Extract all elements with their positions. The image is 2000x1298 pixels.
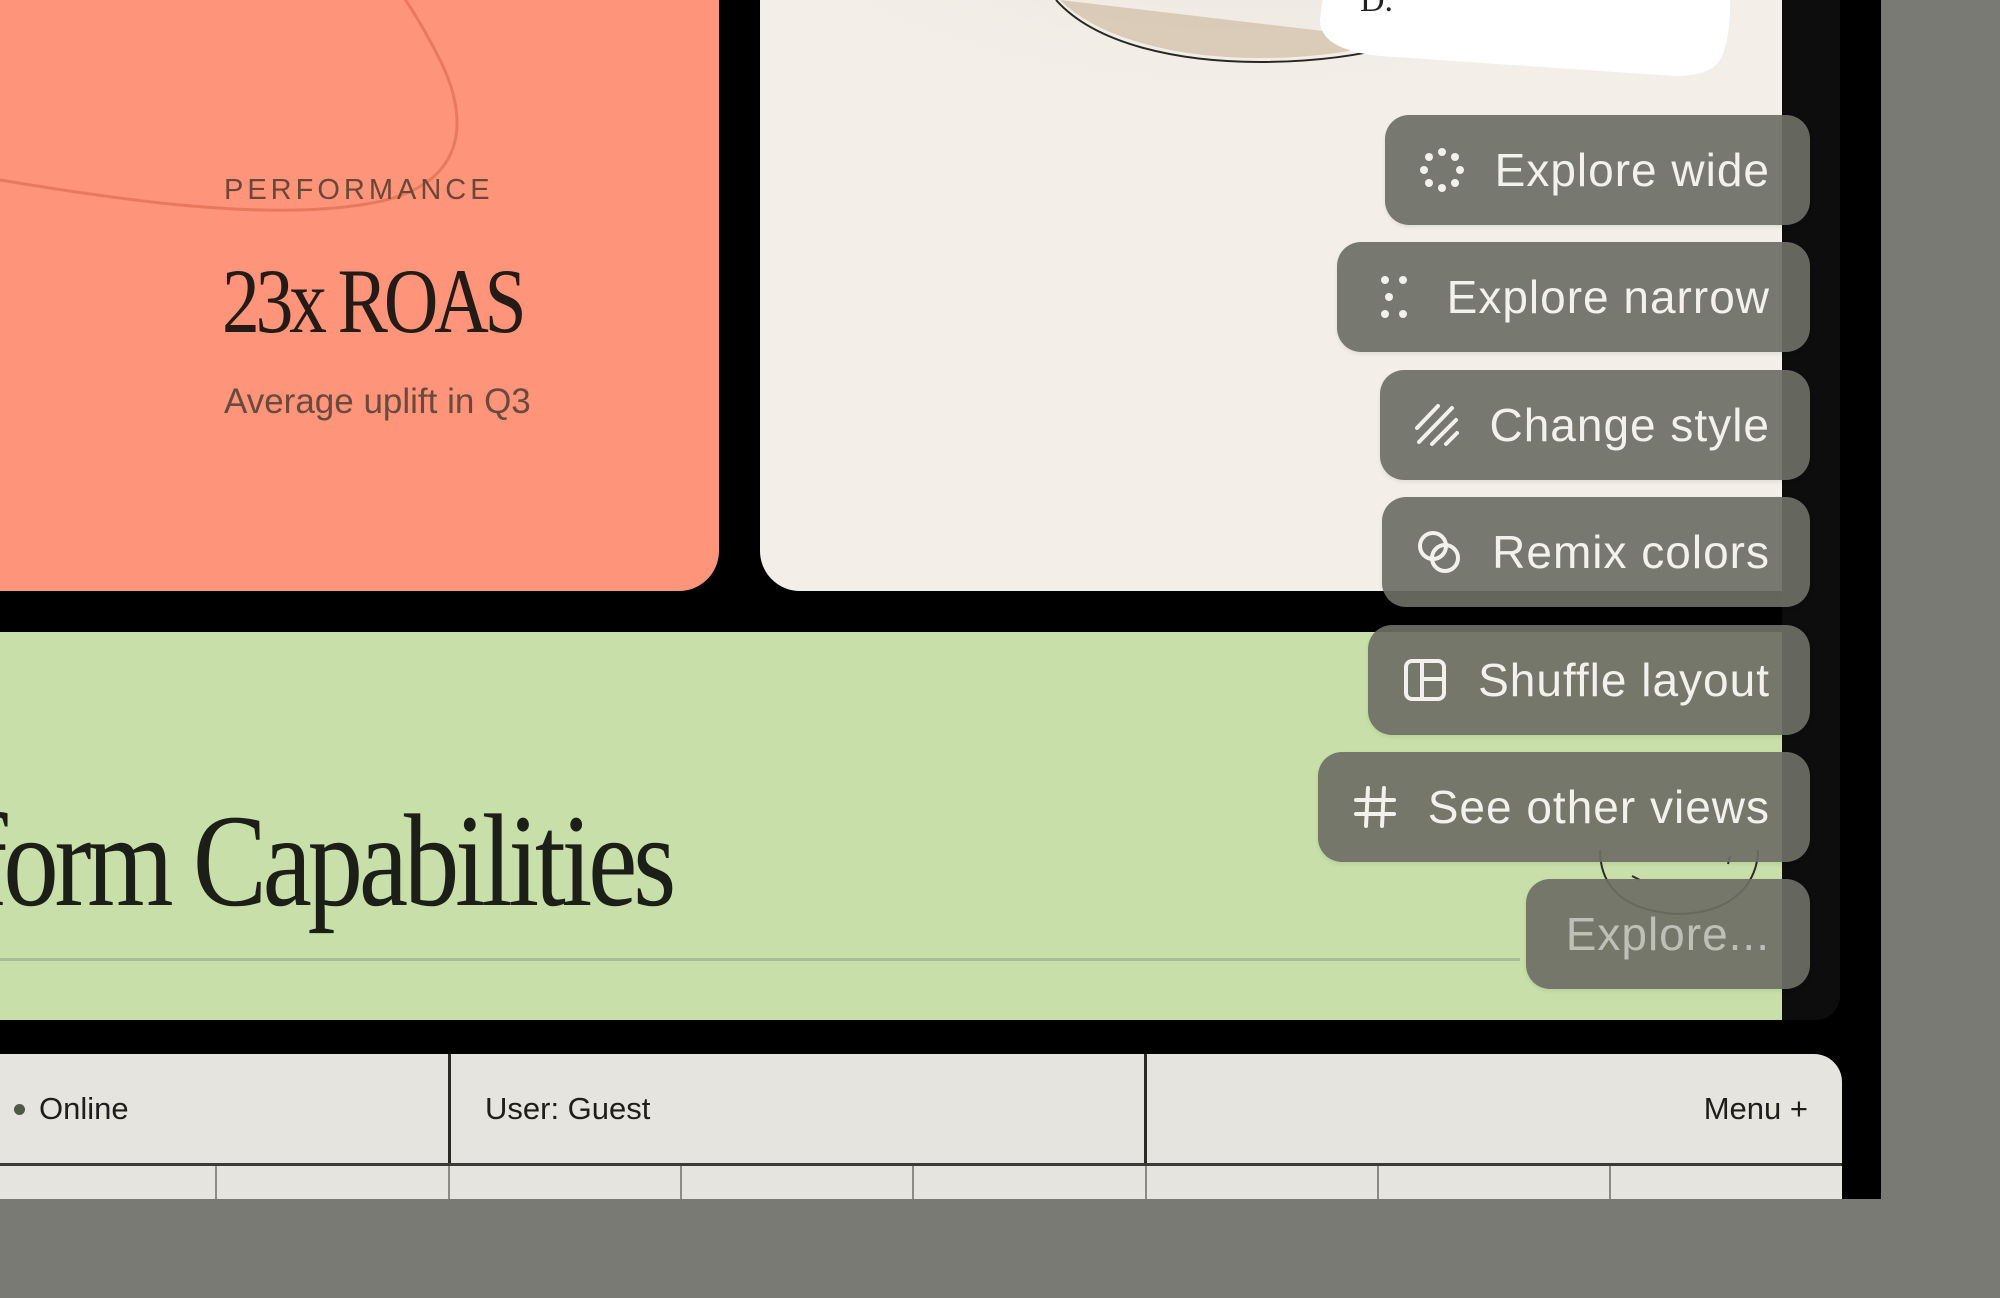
performance-metric: 23x ROAS xyxy=(222,250,527,352)
ruler-tick xyxy=(912,1166,914,1199)
user-label: User: Guest xyxy=(485,1091,651,1126)
capabilities-title: tform Capabilities xyxy=(0,787,676,934)
performance-caption: Average uplift in Q3 xyxy=(224,382,531,421)
overlapping-circles-icon xyxy=(1416,529,1462,575)
performance-card: PERFORMANCE 23x ROAS Average uplift in Q… xyxy=(0,0,719,591)
explore-narrow-label: Explore narrow xyxy=(1446,271,1770,323)
explore-wide-label: Explore wide xyxy=(1494,144,1770,196)
change-style-button[interactable]: Change style xyxy=(1379,370,1810,480)
layout-grid-icon xyxy=(1402,657,1448,703)
status-online: Online xyxy=(14,1054,129,1164)
hash-icon xyxy=(1352,784,1398,830)
change-style-label: Change style xyxy=(1489,399,1770,451)
performance-eyebrow: PERFORMANCE xyxy=(224,174,494,206)
menu-button[interactable]: Menu + xyxy=(1704,1054,1808,1164)
remix-colors-button[interactable]: Remix colors xyxy=(1382,497,1810,607)
ruler-tick xyxy=(680,1166,682,1199)
status-label: Online xyxy=(39,1091,129,1126)
dots-wide-icon xyxy=(1419,147,1465,193)
shuffle-layout-label: Shuffle layout xyxy=(1478,654,1770,706)
remix-colors-label: Remix colors xyxy=(1492,526,1770,578)
ruler-tick xyxy=(448,1166,450,1199)
explore-wide-button[interactable]: Explore wide xyxy=(1384,115,1810,225)
image-card-label-text: D. xyxy=(1360,0,1394,19)
capabilities-divider xyxy=(0,958,1520,961)
dots-narrow-icon xyxy=(1371,274,1417,320)
menu-label: Menu + xyxy=(1703,1091,1808,1126)
shuffle-layout-button[interactable]: Shuffle layout xyxy=(1368,625,1810,735)
statusbar: Online User: Guest Menu + xyxy=(0,1054,1842,1199)
explore-narrow-button[interactable]: Explore narrow xyxy=(1336,242,1810,352)
status-dot-icon xyxy=(14,1103,25,1115)
status-user: User: Guest xyxy=(485,1054,650,1164)
statusbar-divider xyxy=(448,1054,451,1164)
ruler-tick xyxy=(1145,1166,1147,1199)
see-other-views-label: See other views xyxy=(1427,781,1770,833)
statusbar-rule xyxy=(0,1163,1842,1166)
statusbar-divider xyxy=(1144,1054,1147,1164)
explore-more-label: Explore... xyxy=(1565,908,1770,960)
ruler-tick xyxy=(1377,1166,1379,1199)
ruler-tick xyxy=(215,1166,217,1199)
hatch-icon xyxy=(1414,402,1460,448)
see-other-views-button[interactable]: See other views xyxy=(1317,752,1810,862)
ruler-tick xyxy=(1609,1166,1611,1199)
explore-more-button[interactable]: Explore... xyxy=(1525,879,1810,989)
